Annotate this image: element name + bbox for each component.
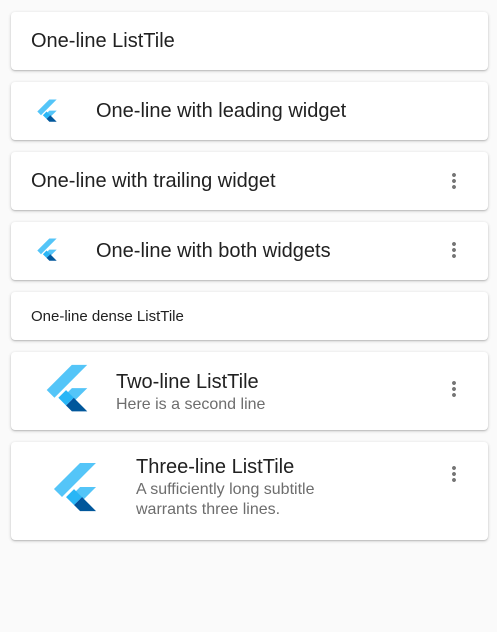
- flutter-logo-icon: [36, 237, 58, 264]
- tile-title: One-line with both widgets: [96, 240, 331, 262]
- more-vert-icon[interactable]: [442, 377, 466, 401]
- list-tile-dense[interactable]: One-line dense ListTile: [11, 292, 488, 340]
- tile-title: One-line dense ListTile: [31, 308, 184, 325]
- flutter-logo-icon: [51, 460, 99, 518]
- tile-title: One-line with leading widget: [96, 100, 347, 122]
- list-tile-two-line[interactable]: Two-line ListTile Here is a second line: [11, 352, 488, 430]
- list-tile-three-line[interactable]: Three-line ListTile A sufficiently long …: [11, 442, 488, 540]
- tile-subtitle: Here is a second line: [116, 396, 266, 413]
- tile-subtitle-line-2: warrants three lines.: [136, 501, 281, 518]
- tile-subtitle-line-1: A sufficiently long subtitle: [136, 481, 315, 498]
- more-vert-icon[interactable]: [442, 462, 466, 486]
- more-vert-icon[interactable]: [442, 238, 466, 262]
- list-tile-both[interactable]: One-line with both widgets: [11, 222, 488, 280]
- flutter-logo-icon: [36, 98, 58, 125]
- tile-title: Two-line ListTile: [116, 371, 259, 393]
- list-tile-trailing[interactable]: One-line with trailing widget: [11, 152, 488, 210]
- list-tile-one-line[interactable]: One-line ListTile: [11, 12, 488, 70]
- list-tile-leading[interactable]: One-line with leading widget: [11, 82, 488, 140]
- tile-title: Three-line ListTile: [136, 456, 295, 478]
- flutter-logo-icon: [43, 362, 91, 418]
- more-vert-icon[interactable]: [442, 169, 466, 193]
- tile-title: One-line ListTile: [31, 30, 175, 52]
- tile-title: One-line with trailing widget: [31, 170, 276, 192]
